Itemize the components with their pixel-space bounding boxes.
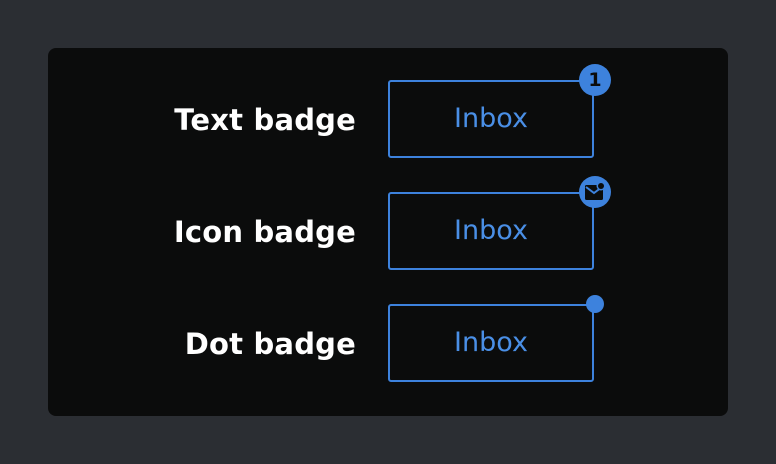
inbox-button-icon-badge[interactable]: Inbox bbox=[388, 176, 611, 270]
inbox-button-label: Inbox bbox=[454, 327, 528, 358]
inbox-button-label: Inbox bbox=[454, 215, 528, 246]
dot-badge-label: Dot badge bbox=[184, 327, 356, 361]
dot-badge bbox=[586, 295, 604, 313]
icon-badge-row: Icon badge Inbox bbox=[48, 176, 728, 272]
text-badge-label: Text badge bbox=[174, 103, 356, 137]
count-badge: 1 bbox=[579, 64, 611, 96]
badge-demo-panel: Text badge Inbox 1 Icon badge Inbox Dot … bbox=[48, 48, 728, 416]
inbox-button-dot-badge[interactable]: Inbox bbox=[388, 295, 604, 382]
text-badge-row: Text badge Inbox 1 bbox=[48, 64, 728, 160]
dot-badge-row: Dot badge Inbox bbox=[48, 295, 728, 384]
icon-badge bbox=[579, 176, 611, 208]
inbox-button-text-badge[interactable]: Inbox 1 bbox=[388, 64, 611, 158]
icon-badge-label: Icon badge bbox=[173, 215, 356, 249]
inbox-button-label: Inbox bbox=[454, 103, 528, 134]
mail-notification-icon bbox=[585, 182, 606, 200]
